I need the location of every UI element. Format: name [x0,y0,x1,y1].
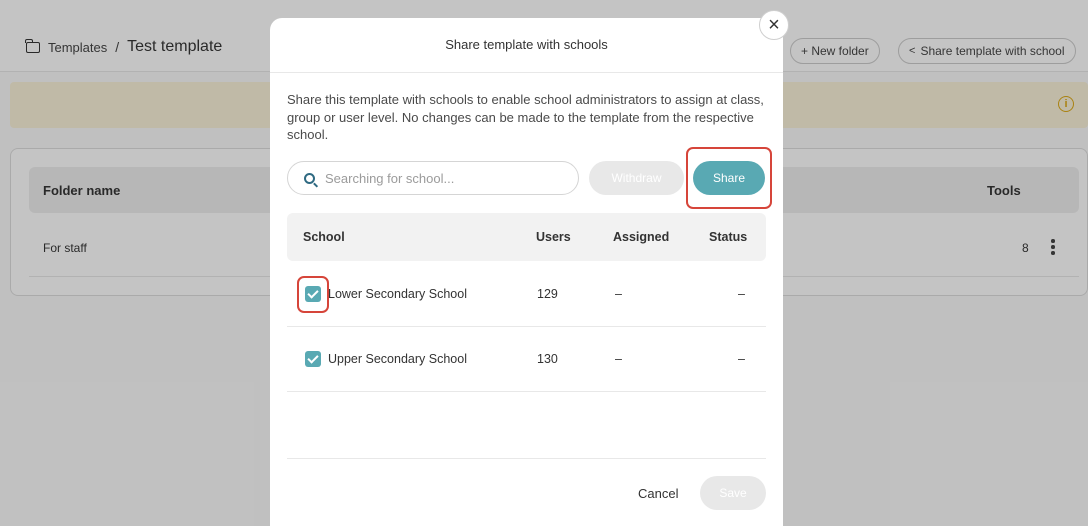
status-cell: – [738,352,745,366]
assigned-cell: – [615,352,622,366]
modal-divider [270,72,783,73]
table-row[interactable]: Upper Secondary School 130 – – [287,327,766,392]
users-cell: 129 [537,287,558,301]
modal-description: Share this template with schools to enab… [287,92,764,142]
cancel-button[interactable]: Cancel [638,486,678,501]
search-icon [304,172,315,184]
column-school: School [303,230,345,244]
checkbox-highlight [297,276,329,313]
save-button[interactable]: Save [700,476,766,510]
school-name-cell: Upper Secondary School [328,352,467,366]
users-cell: 130 [537,352,558,366]
modal-title: Share template with schools [445,37,608,52]
table-row[interactable]: Lower Secondary School 129 – – [287,262,766,327]
school-name-cell: Lower Secondary School [328,287,467,301]
column-assigned: Assigned [613,230,670,244]
school-search-field[interactable] [287,161,579,195]
column-users: Users [536,230,571,244]
withdraw-button[interactable]: Withdraw [589,161,684,195]
assigned-cell: – [615,287,622,301]
close-icon[interactable]: × [759,10,789,40]
share-button-highlight [686,147,772,209]
schools-table-header: School Users Assigned Status [287,213,766,261]
status-cell: – [738,287,745,301]
footer-divider [287,458,766,459]
checkbox-checked-icon[interactable] [305,351,321,367]
share-template-modal: Share template with schools Share this t… [270,18,783,526]
school-search-input[interactable] [325,170,555,186]
column-status: Status [709,230,748,244]
